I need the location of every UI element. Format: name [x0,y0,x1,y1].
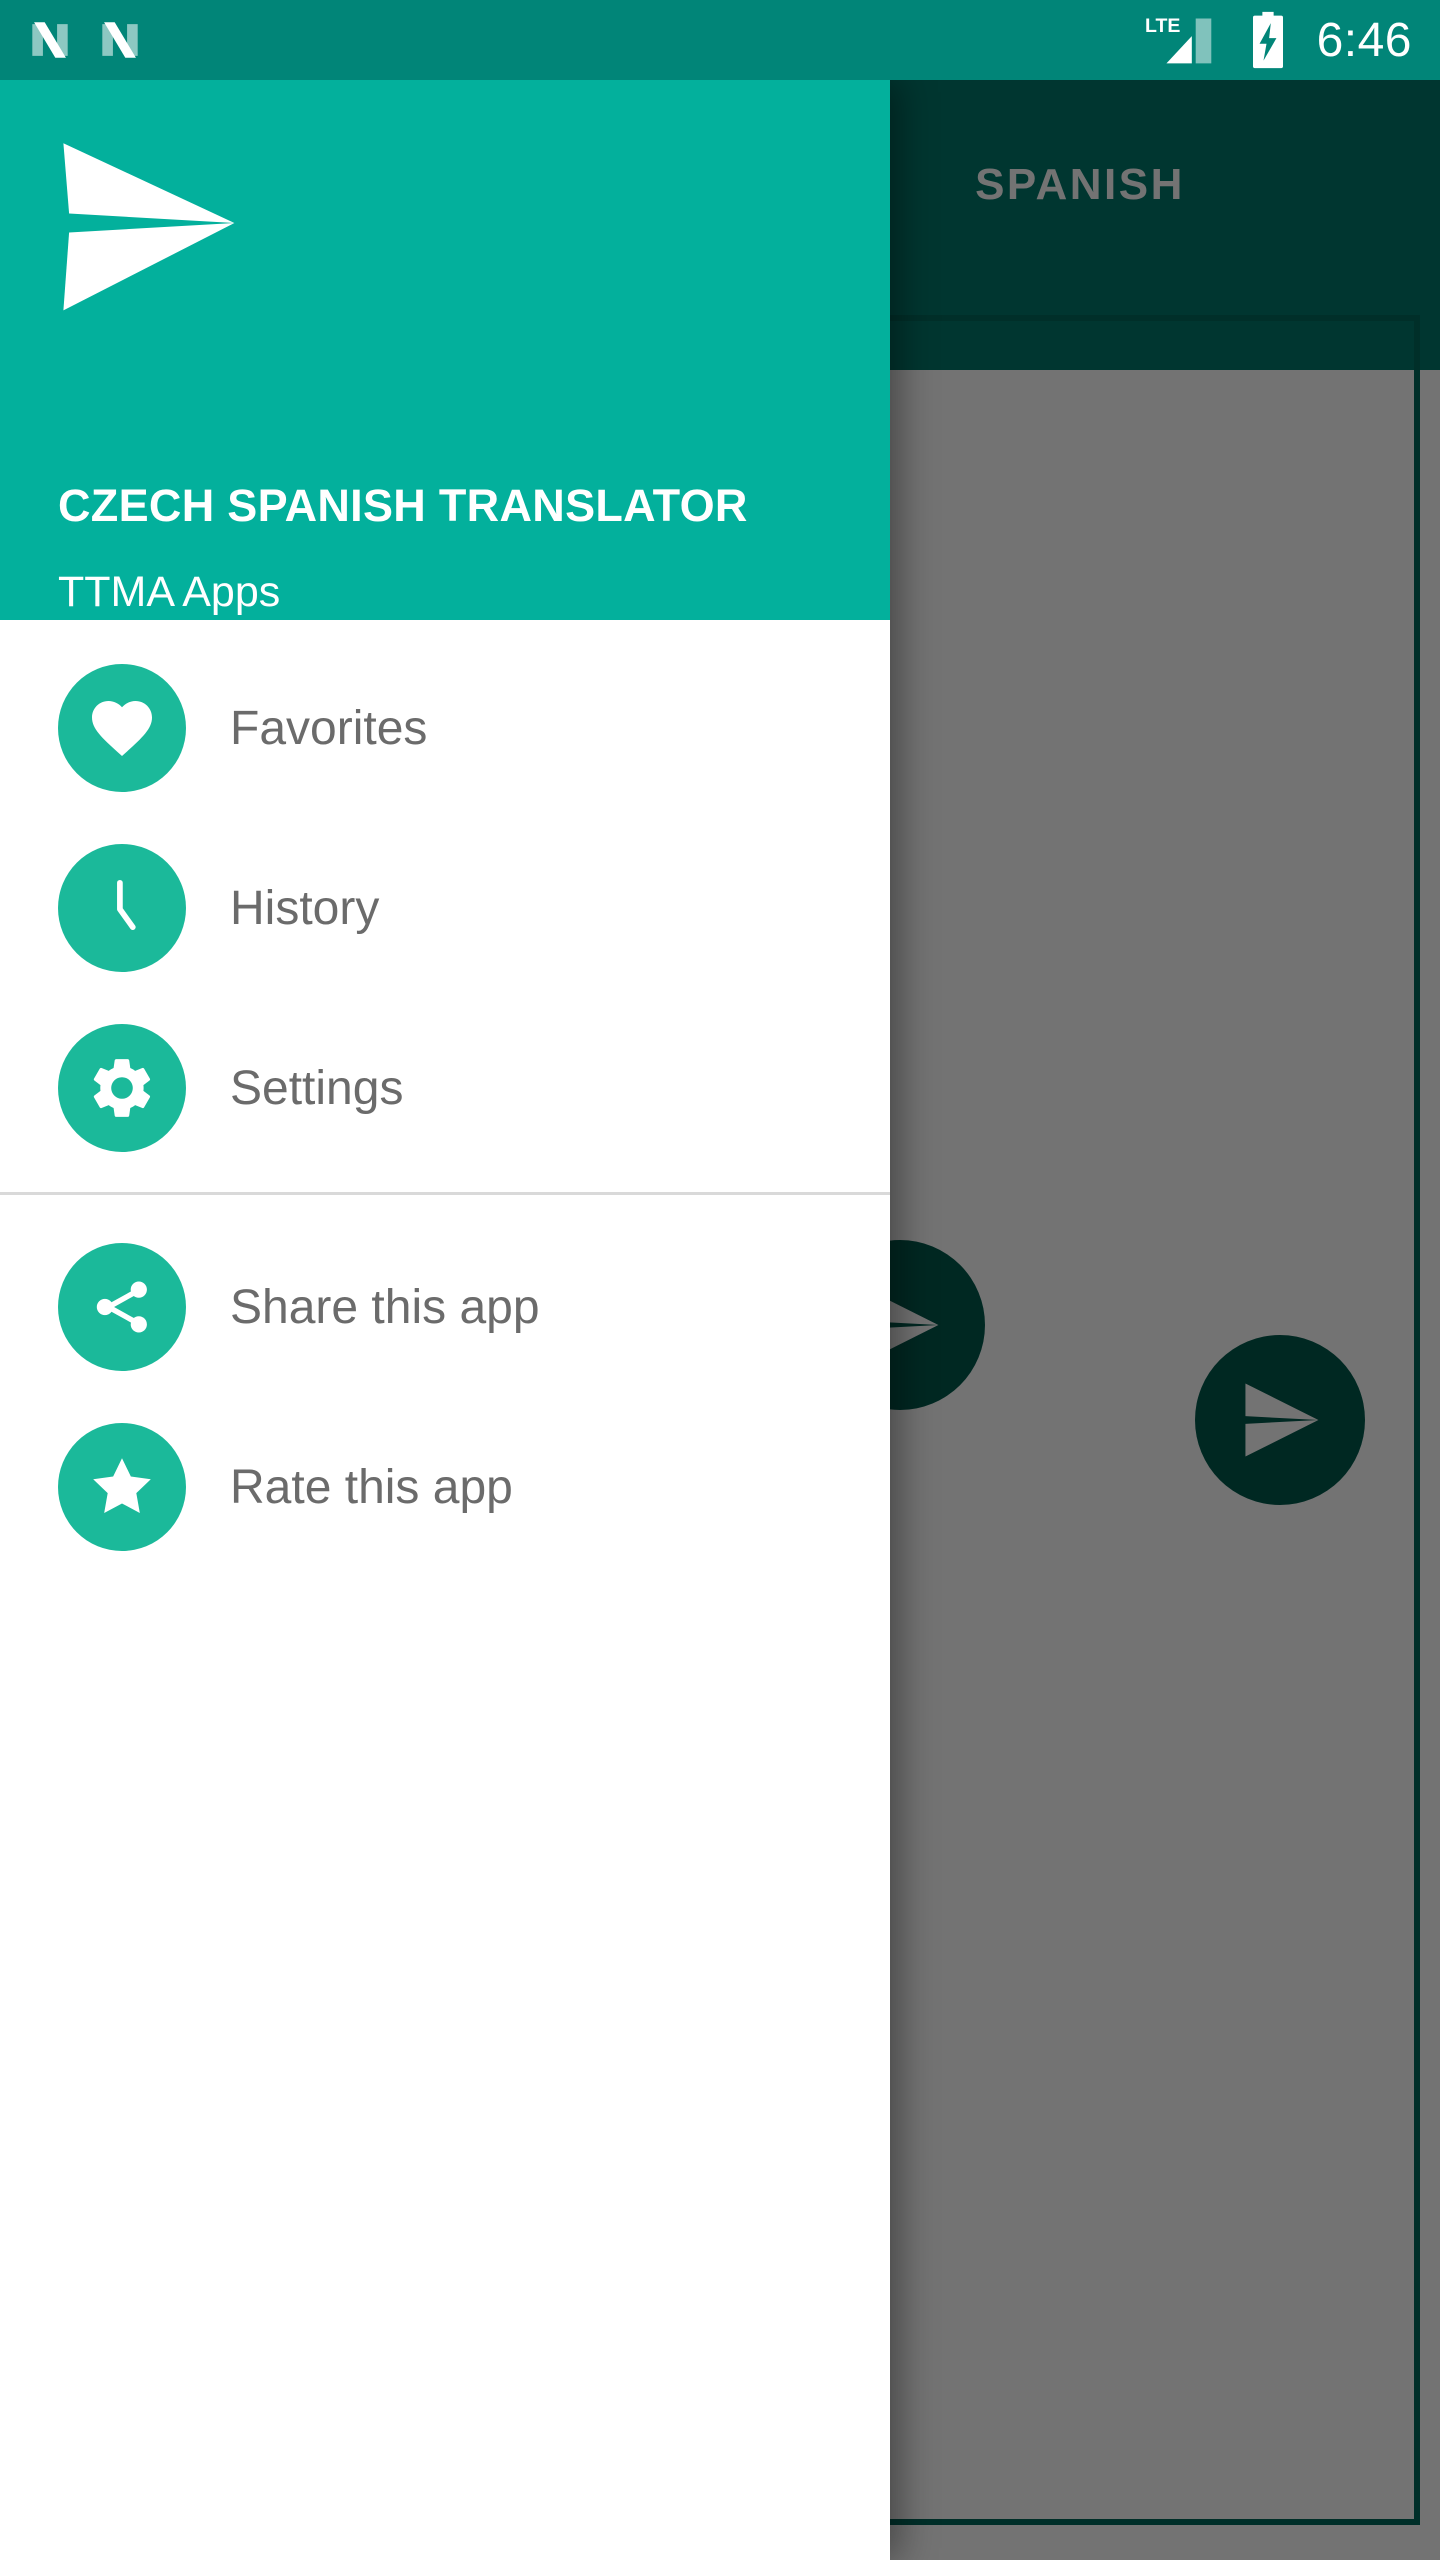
battery-charging-icon [1252,11,1283,69]
drawer-item-label: Favorites [230,701,428,755]
gear-icon [58,1024,186,1152]
drawer-item-settings[interactable]: Settings [0,998,890,1178]
signal-bars-icon: LTE [1145,15,1211,64]
drawer-item-rate-this-app[interactable]: Rate this app [0,1397,890,1577]
status-bar: LTE 6:46 [0,0,1440,80]
clock-icon [58,844,186,972]
heart-icon [58,664,186,792]
drawer-item-favorites[interactable]: Favorites [0,638,890,818]
drawer-item-label: Rate this app [230,1460,513,1514]
drawer-menu-primary: Favorites History Settings [0,620,890,1178]
drawer-menu-secondary: Share this app Rate this app [0,1195,890,1577]
drawer-item-label: Share this app [230,1280,540,1334]
drawer-header: CZECH SPANISH TRANSLATOR TTMA Apps [0,80,890,620]
status-bar-system-icons: LTE 6:46 [1145,10,1412,70]
star-icon [58,1423,186,1551]
send-fab[interactable] [1195,1335,1365,1505]
app-title: CZECH SPANISH TRANSLATOR [58,480,748,531]
share-icon [58,1243,186,1371]
app-publisher: TTMA Apps [58,568,281,616]
send-plane-logo [63,143,235,311]
drawer-item-share-this-app[interactable]: Share this app [0,1217,890,1397]
android-n-icon [32,22,68,58]
drawer-item-label: History [230,881,380,935]
svg-text:LTE: LTE [1145,15,1180,37]
status-bar-notifications [28,17,142,63]
drawer-item-history[interactable]: History [0,818,890,998]
android-n-icon [102,22,138,58]
drawer-item-label: Settings [230,1061,404,1115]
navigation-drawer: CZECH SPANISH TRANSLATOR TTMA Apps Favor… [0,80,890,2560]
send-icon [1245,1383,1319,1457]
status-bar-clock: 6:46 [1316,13,1412,67]
app-screen: CZECH SPANISH CZECH SPANISH TRANSLAT [0,0,1440,2560]
